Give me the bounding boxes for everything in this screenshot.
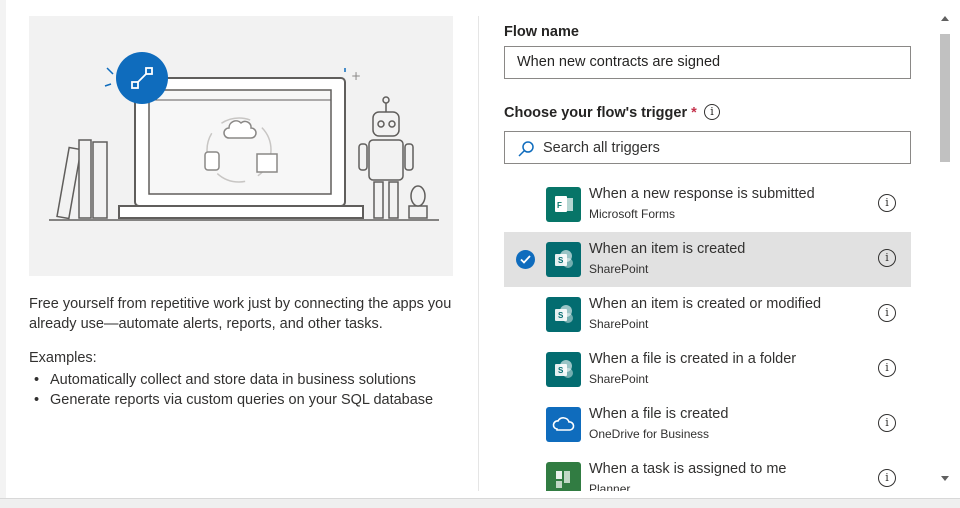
trigger-row[interactable]: S When a file is created in a folder Share… <box>504 342 911 397</box>
trigger-connector: SharePoint <box>589 372 649 386</box>
trigger-connector: Planner <box>589 482 631 491</box>
trigger-row[interactable]: S When an item is created or modified Shar… <box>504 287 911 342</box>
trigger-row[interactable]: When a file is created OneDrive for Busin… <box>504 397 911 452</box>
trigger-connector: SharePoint <box>589 262 649 276</box>
example-item: Automatically collect and store data in … <box>34 370 433 390</box>
scroll-thumb[interactable] <box>940 34 950 162</box>
trigger-connector: SharePoint <box>589 317 649 331</box>
examples-heading: Examples: <box>29 350 97 366</box>
trigger-label-text: Choose your flow's trigger <box>504 105 688 121</box>
info-icon[interactable]: i <box>878 414 896 432</box>
trigger-title: When an item is created or modified <box>589 296 822 312</box>
hero-illustration: + <box>29 16 453 276</box>
svg-text:S: S <box>558 366 564 375</box>
forms-icon: F <box>546 187 581 222</box>
info-icon[interactable]: i <box>878 194 896 212</box>
flow-form-pane: Flow name When new contracts are signed … <box>479 0 939 498</box>
flow-name-input[interactable]: When new contracts are signed <box>504 46 911 79</box>
trigger-connector: OneDrive for Business <box>589 427 710 441</box>
scroll-down-arrow[interactable] <box>941 476 949 481</box>
trigger-title: When a new response is submitted <box>589 186 815 202</box>
sharepoint-icon: S <box>546 297 581 332</box>
info-icon[interactable]: i <box>878 469 896 487</box>
dialog-footer-edge <box>0 498 960 508</box>
trigger-connector: Microsoft Forms <box>589 207 676 221</box>
scroll-up-arrow[interactable] <box>941 16 949 21</box>
dialog-scrollbar[interactable] <box>938 14 952 490</box>
search-icon <box>518 141 534 157</box>
trigger-title: When a task is assigned to me <box>589 461 787 477</box>
info-icon[interactable]: i <box>704 104 720 120</box>
trigger-list: F When a new response is submitted Microso… <box>504 177 911 491</box>
info-icon[interactable]: i <box>878 249 896 267</box>
svg-text:S: S <box>558 256 564 265</box>
trigger-title: When an item is created <box>589 241 746 257</box>
info-icon[interactable]: i <box>878 304 896 322</box>
info-icon[interactable]: i <box>878 359 896 377</box>
trigger-title: When a file is created <box>589 406 729 422</box>
svg-text:+: + <box>351 69 361 83</box>
example-item: Generate reports via custom queries on y… <box>34 390 433 410</box>
search-input[interactable] <box>543 132 903 163</box>
examples-list: Automatically collect and store data in … <box>34 370 433 410</box>
create-flow-dialog: + Free yourself from repetitive work jus… <box>6 0 960 498</box>
trigger-title: When a file is created in a folder <box>589 351 797 367</box>
planner-icon <box>546 462 581 491</box>
sharepoint-icon: S <box>546 352 581 387</box>
intro-description: Free yourself from repetitive work just … <box>29 296 452 332</box>
selected-check-icon <box>516 250 535 269</box>
trigger-row[interactable]: S When an item is created SharePoint i <box>504 232 911 287</box>
intro-pane: + Free yourself from repetitive work jus… <box>6 0 478 498</box>
trigger-search-box[interactable] <box>504 131 911 164</box>
trigger-row[interactable]: F When a new response is submitted Microso… <box>504 177 911 232</box>
required-indicator: * <box>691 105 697 121</box>
onedrive-icon <box>546 407 581 442</box>
trigger-label: Choose your flow's trigger * <box>504 105 697 121</box>
svg-text:F: F <box>557 201 562 210</box>
flow-name-label: Flow name <box>504 24 579 40</box>
trigger-row[interactable]: When a task is assigned to me Planner i <box>504 452 911 491</box>
svg-text:S: S <box>558 311 564 320</box>
sharepoint-icon: S <box>546 242 581 277</box>
